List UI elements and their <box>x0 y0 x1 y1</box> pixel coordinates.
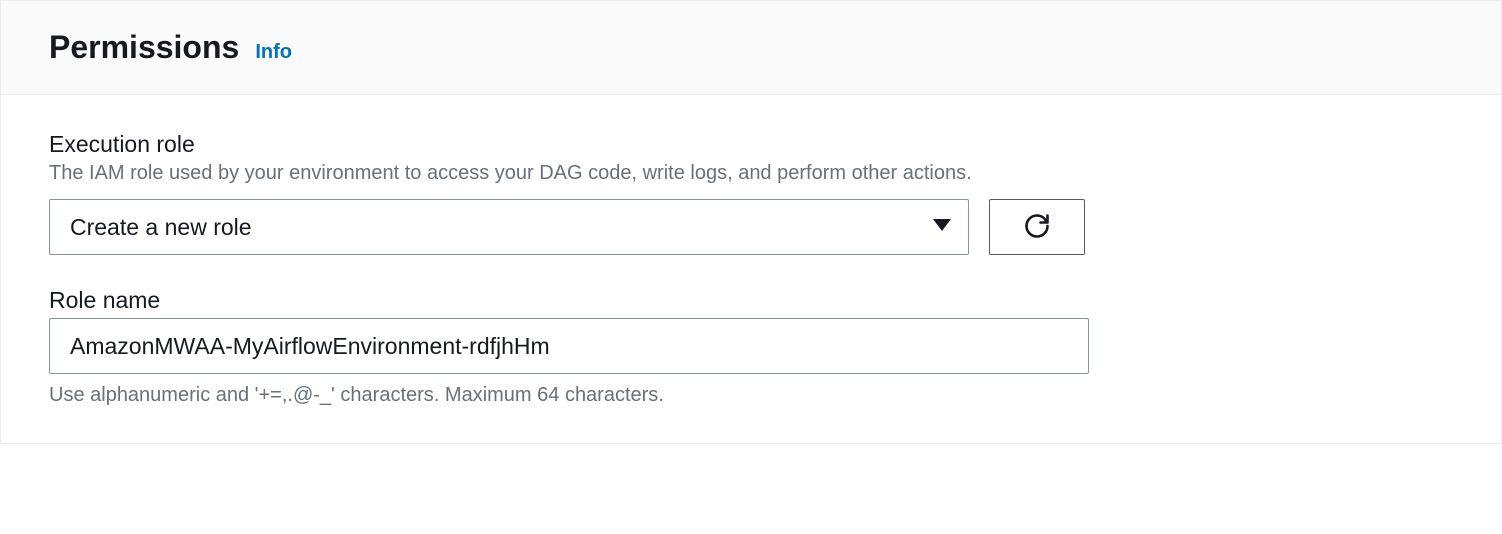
permissions-panel: Permissions Info Execution role The IAM … <box>0 0 1502 444</box>
execution-role-select-wrapper: Create a new role <box>49 199 969 255</box>
execution-role-label: Execution role <box>49 131 1453 158</box>
panel-body: Execution role The IAM role used by your… <box>1 95 1501 443</box>
role-name-input[interactable] <box>49 318 1089 374</box>
role-name-constraint: Use alphanumeric and '+=,.@-_' character… <box>49 384 1453 407</box>
execution-role-selected-value: Create a new role <box>70 214 252 241</box>
panel-header: Permissions Info <box>1 1 1501 95</box>
execution-role-description: The IAM role used by your environment to… <box>49 162 1453 185</box>
refresh-button[interactable] <box>989 199 1085 255</box>
role-name-field: Role name Use alphanumeric and '+=,.@-_'… <box>49 287 1453 407</box>
panel-title: Permissions <box>49 29 239 66</box>
role-name-label: Role name <box>49 287 1453 314</box>
execution-role-field: Execution role The IAM role used by your… <box>49 131 1453 255</box>
info-link[interactable]: Info <box>255 41 292 64</box>
refresh-icon <box>1023 212 1051 243</box>
execution-role-select[interactable]: Create a new role <box>49 199 969 255</box>
execution-role-row: Create a new role <box>49 199 1453 255</box>
